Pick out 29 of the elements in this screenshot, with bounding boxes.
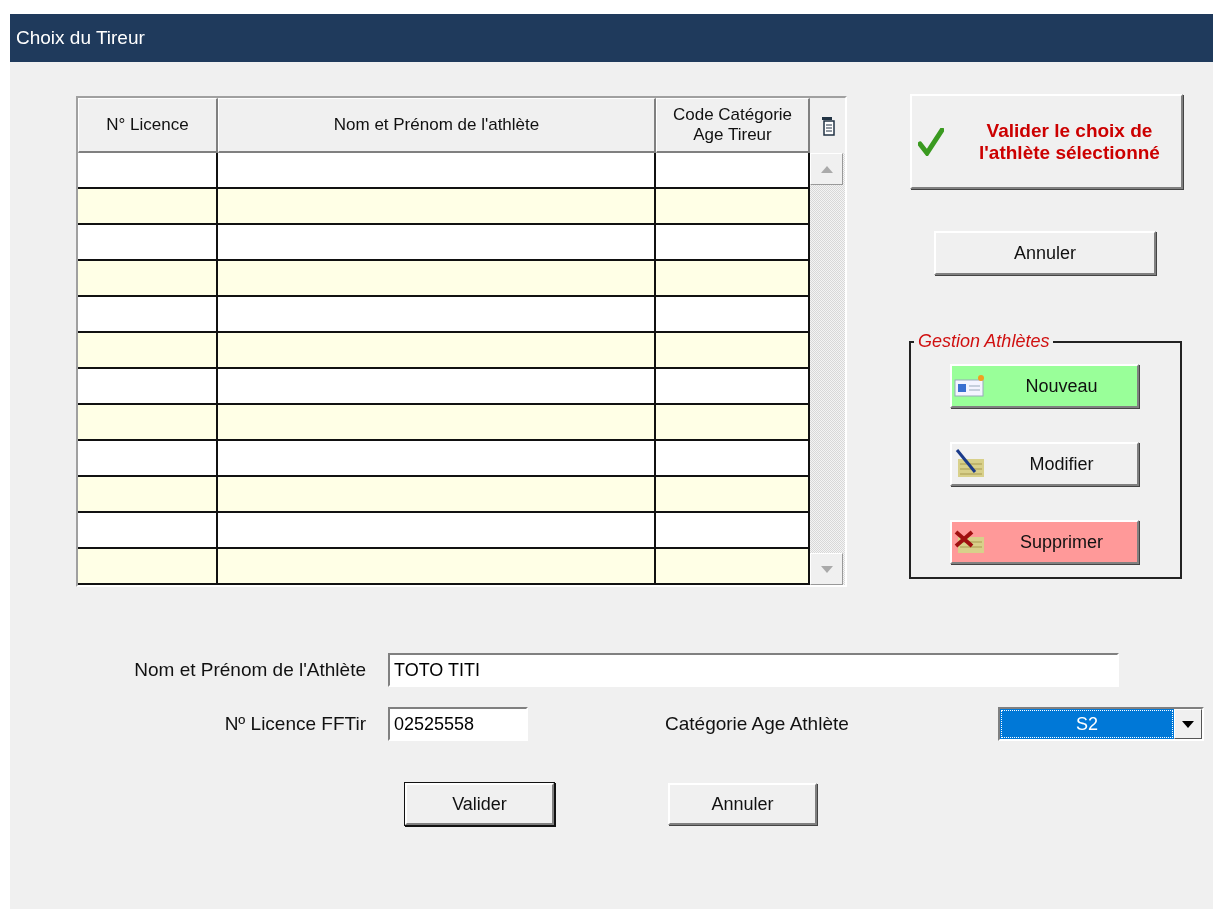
pen-on-paper-icon (954, 449, 986, 479)
down-arrow-icon (820, 565, 833, 573)
edit-button[interactable]: Modifier (950, 442, 1139, 486)
category-dropdown[interactable]: S2 (998, 707, 1204, 741)
column-header[interactable]: Nom et Prénom de l'athlète (218, 98, 656, 153)
scroll-up-button[interactable] (810, 153, 843, 185)
delete-button[interactable]: Supprimer (950, 520, 1139, 564)
new-button[interactable]: Nouveau (950, 364, 1139, 408)
cancel-button[interactable]: Annuler (934, 231, 1156, 275)
licence-field[interactable]: 02525558 (388, 707, 528, 741)
scroll-down-button[interactable] (810, 553, 843, 585)
validate-button[interactable]: Valider (405, 783, 554, 825)
name-field[interactable]: TOTO TITI (388, 653, 1119, 687)
name-label: Nom et Prénom de l'Athlète (134, 659, 367, 681)
scrollbar[interactable] (810, 153, 845, 585)
licence-label: Nº Licence FFTir (224, 713, 367, 735)
column-chooser-icon[interactable] (820, 115, 835, 136)
delete-icon (954, 529, 986, 555)
dropdown-arrow-icon (1182, 720, 1194, 728)
column-header[interactable]: Code Catégorie Age Tireur (656, 98, 810, 153)
up-arrow-icon (820, 165, 833, 173)
category-label: Catégorie Age Athlète (664, 713, 850, 735)
window-title: Choix du Tireur (16, 27, 145, 49)
group-title: Gestion Athlètes (917, 331, 1051, 352)
checkmark-icon (918, 127, 944, 156)
column-header[interactable]: N° Licence (78, 98, 218, 153)
cancel-button[interactable]: Annuler (668, 783, 817, 825)
confirm-selection-button[interactable]: Valider le choix de l'athlète sélectionné (910, 94, 1183, 189)
card-icon (954, 374, 986, 398)
